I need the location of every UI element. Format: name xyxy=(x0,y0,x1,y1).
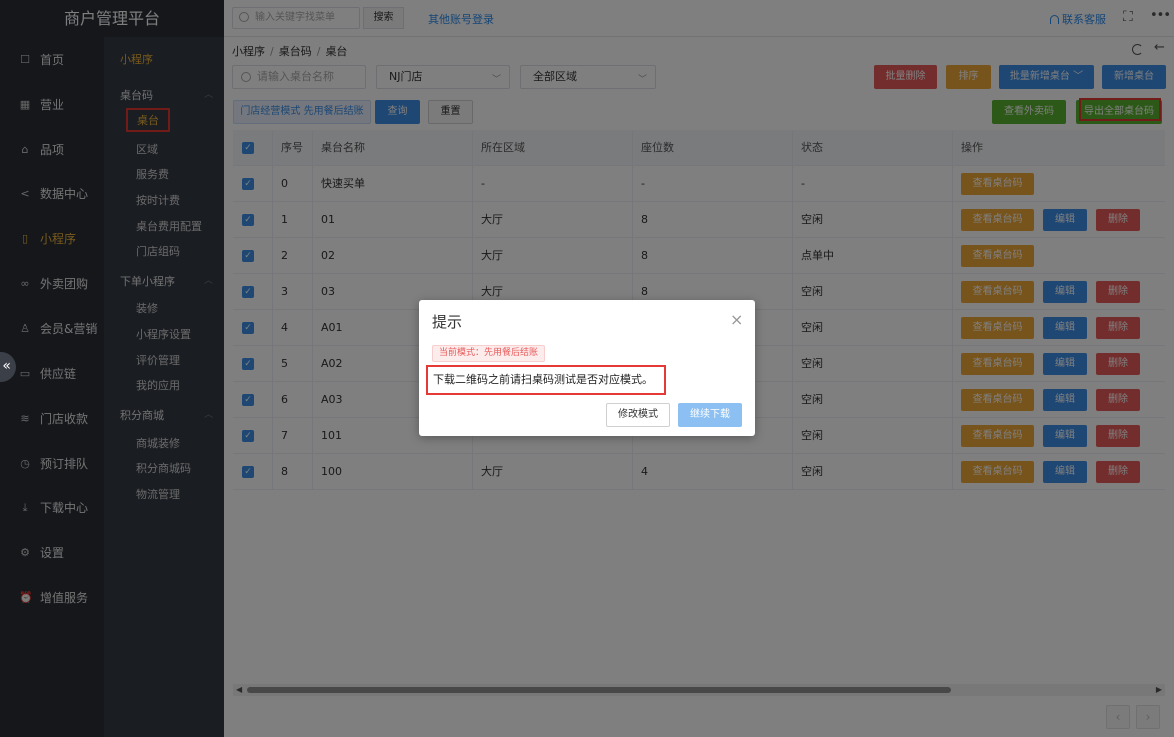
current-mode-tag: 当前模式：先用餐后结账 xyxy=(432,345,546,362)
close-icon[interactable]: × xyxy=(730,310,743,329)
dialog-title: 提示 xyxy=(432,313,463,331)
dialog-message: 下载二维码之前请扫桌码测试是否对应模式。 xyxy=(426,365,666,395)
download-tip-dialog: 提示 × 当前模式：先用餐后结账 下载二维码之前请扫桌码测试是否对应模式。 修改… xyxy=(419,300,755,436)
continue-download-button[interactable]: 继续下载 xyxy=(678,403,742,427)
change-mode-button[interactable]: 修改模式 xyxy=(606,403,670,427)
